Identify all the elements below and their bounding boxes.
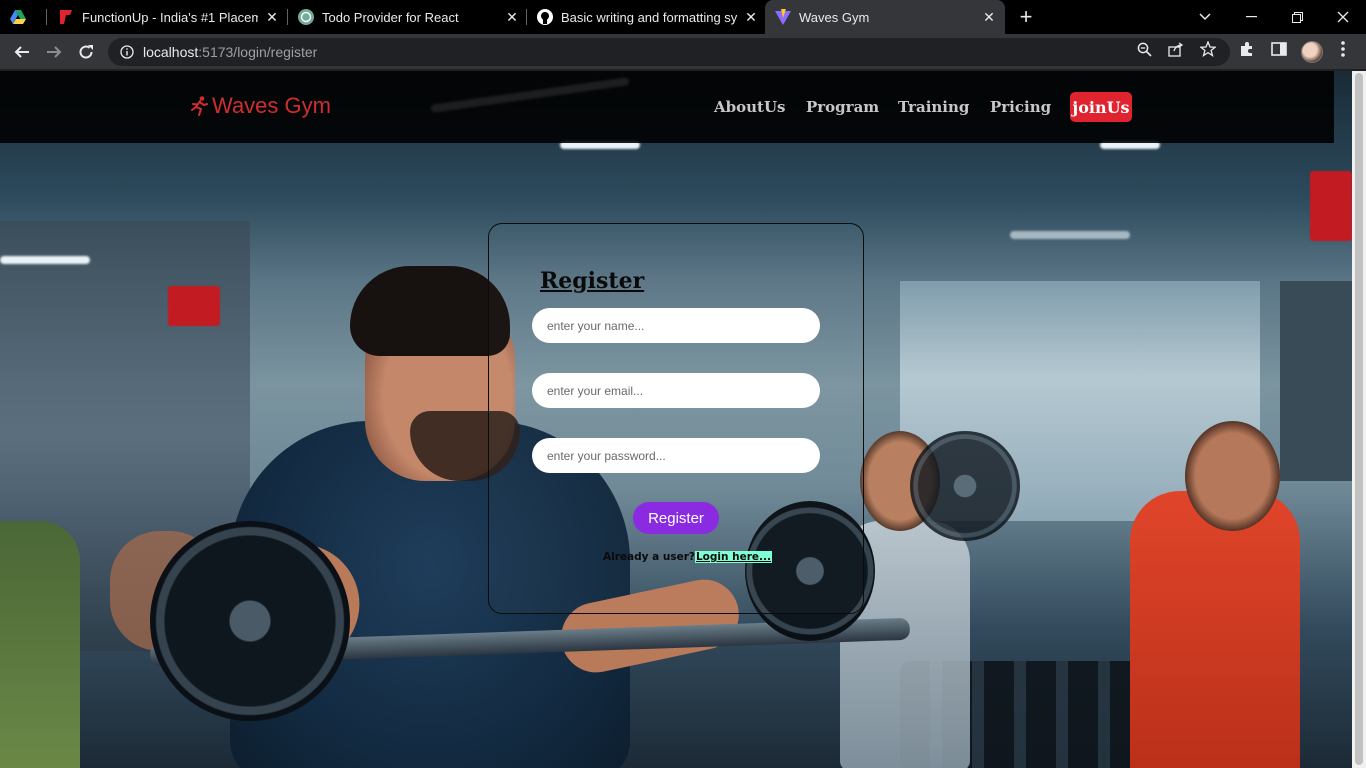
functionup-icon — [58, 9, 74, 25]
already-user-text: Already a user?Login here... — [603, 551, 772, 563]
more-menu-icon[interactable] — [1334, 40, 1352, 58]
url-text: localhost:5173/login/register — [143, 44, 317, 60]
nav-aboutus[interactable]: AboutUs — [714, 98, 786, 116]
close-icon[interactable]: ✕ — [504, 9, 520, 25]
browser-toolbar: localhost:5173/login/register — [0, 34, 1366, 70]
join-us-button[interactable]: joinUs — [1070, 92, 1132, 122]
profile-avatar[interactable] — [1301, 41, 1323, 63]
running-man-icon — [190, 95, 210, 117]
brand-name: Waves Gym — [212, 93, 331, 118]
password-input[interactable] — [532, 438, 820, 473]
register-form: Register Register Already a user?Login h… — [488, 223, 864, 614]
tab-title: Waves Gym — [799, 9, 870, 25]
email-input[interactable] — [532, 373, 820, 408]
tab-title: FunctionUp - India's #1 Placement — [82, 9, 258, 25]
reload-icon[interactable] — [74, 40, 98, 64]
tab-functionup[interactable]: FunctionUp - India's #1 Placement ✕ — [58, 0, 280, 34]
side-panel-icon[interactable] — [1270, 40, 1288, 58]
site-navbar: Waves Gym AboutUs Program Training Prici… — [0, 71, 1334, 143]
browser-tabstrip: FunctionUp - India's #1 Placement ✕ Todo… — [0, 0, 1366, 34]
minimize-button[interactable] — [1228, 0, 1274, 34]
extensions-puzzle-icon[interactable] — [1238, 40, 1256, 58]
login-link[interactable]: Login here... — [694, 551, 772, 563]
github-icon — [537, 9, 553, 25]
register-button[interactable]: Register — [633, 502, 719, 534]
nav-program[interactable]: Program — [806, 98, 879, 116]
back-arrow-icon[interactable] — [10, 40, 34, 64]
site-info-icon[interactable] — [119, 44, 135, 60]
tab-title: Todo Provider for React — [322, 9, 459, 25]
vite-icon — [775, 9, 791, 25]
page-viewport: Waves Gym AboutUs Program Training Prici… — [0, 71, 1352, 768]
tab-title: Basic writing and formatting syntax — [561, 9, 737, 25]
register-title: Register — [540, 268, 645, 294]
bookmark-star-icon[interactable] — [1199, 40, 1217, 58]
close-icon[interactable]: ✕ — [264, 9, 280, 25]
close-icon[interactable]: ✕ — [981, 9, 997, 25]
name-input[interactable] — [532, 308, 820, 343]
forward-arrow-icon[interactable] — [42, 40, 66, 64]
tab-waves-gym[interactable]: Waves Gym ✕ — [765, 0, 1005, 34]
brand-logo[interactable]: Waves Gym — [190, 93, 331, 119]
new-tab-button[interactable]: + — [1014, 4, 1038, 29]
restore-button[interactable] — [1274, 0, 1320, 34]
scrollbar-thumb[interactable] — [1355, 73, 1363, 765]
address-bar[interactable]: localhost:5173/login/register — [108, 38, 1230, 66]
zoom-icon[interactable] — [1135, 40, 1153, 58]
url-host: localhost — [143, 44, 199, 60]
chatgpt-icon — [298, 9, 314, 25]
nav-pricing[interactable]: Pricing — [990, 98, 1051, 116]
page-scrollbar[interactable] — [1352, 71, 1366, 768]
already-user-label: Already a user? — [603, 551, 695, 563]
nav-training[interactable]: Training — [898, 98, 969, 116]
google-drive-icon — [10, 9, 26, 25]
close-icon[interactable]: ✕ — [743, 9, 759, 25]
share-icon[interactable] — [1167, 40, 1185, 58]
tab-todo-provider[interactable]: Todo Provider for React ✕ — [298, 0, 520, 34]
tab-github[interactable]: Basic writing and formatting syntax ✕ — [537, 0, 759, 34]
url-path: :5173/login/register — [198, 44, 318, 60]
tab-google-drive[interactable] — [10, 0, 46, 34]
tab-search-chevron-down-icon[interactable] — [1182, 0, 1228, 34]
close-window-button[interactable] — [1320, 0, 1366, 34]
